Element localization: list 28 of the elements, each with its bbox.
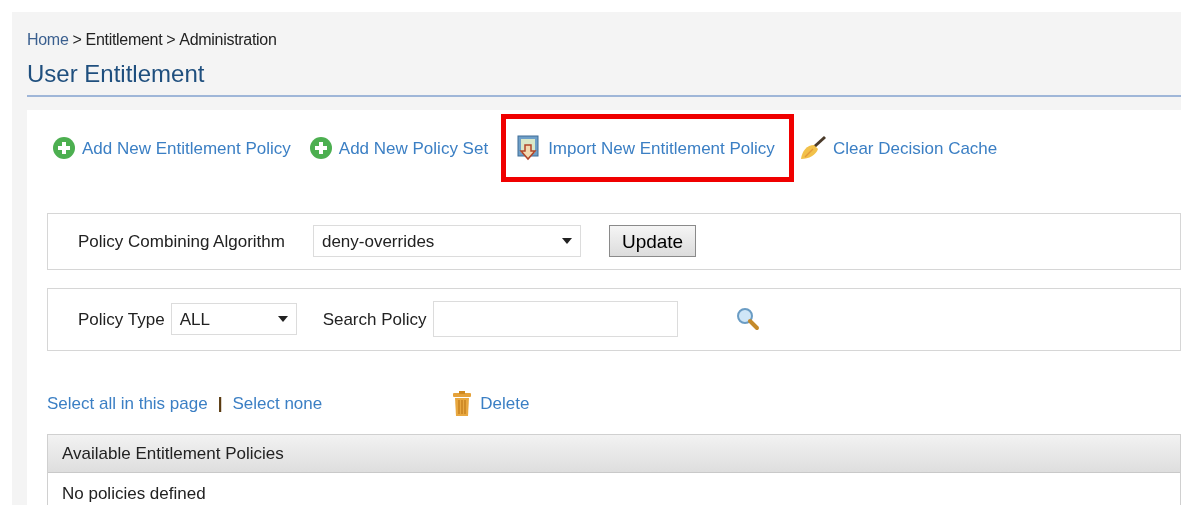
breadcrumb-link[interactable]: Home [27,28,69,52]
action-link[interactable]: Add New Policy Set [303,114,502,183]
separator: | [217,393,223,416]
breadcrumb-item: Entitlement [85,30,163,50]
algorithm-dropdown[interactable]: deny-overrides [312,225,581,258]
action-link[interactable]: Clear Decision Cache [793,114,1011,183]
trash-icon [452,390,473,417]
field-label: Search Policy [322,308,427,331]
delete-link[interactable]: Delete [452,390,530,417]
table-header: Available Entitlement Policies [48,434,1180,473]
breadcrumb-separator: > [166,30,176,50]
highlighted-action-link[interactable]: Import New Entitlement Policy [501,114,794,183]
search-icon[interactable] [735,307,760,332]
select-none-link[interactable]: Select none [232,391,323,417]
update-button[interactable]: Update [608,225,697,258]
field-label: Policy Type [78,308,165,331]
page-title: User Entitlement [27,60,1181,97]
plus-icon [52,136,76,161]
select-all-link[interactable]: Select all in this page [47,391,208,417]
field-label: Policy Combining Algorithm [78,230,285,253]
plus-icon [308,136,333,161]
empty-message: No policies defined [61,482,207,505]
broom-icon [798,135,827,162]
breadcrumb-separator: > [72,30,82,50]
search-field[interactable] [432,301,678,338]
policy-type-dropdown[interactable]: ALL [170,303,297,336]
action-link[interactable]: Add New Entitlement Policy [47,114,304,183]
breadcrumb-item: Administration [179,30,277,50]
